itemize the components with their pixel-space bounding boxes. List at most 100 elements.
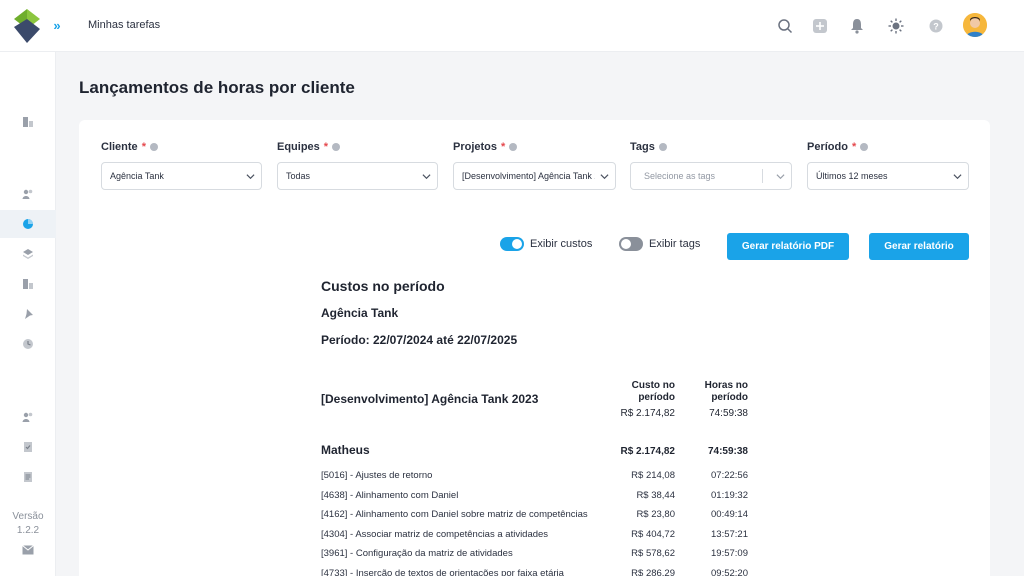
layers-icon [23, 249, 33, 259]
cliente-select-value: Agência Tank [110, 171, 164, 181]
report-client: Agência Tank [321, 306, 399, 320]
equipes-select[interactable]: Todas [277, 162, 438, 190]
sidebar-item-team[interactable] [0, 403, 56, 431]
task-row: [5016] - Ajustes de retorno R$ 214,08 07:2… [321, 467, 761, 487]
pie-chart-icon [23, 219, 33, 229]
task-title: [4304] - Associar matriz de competências… [321, 528, 549, 540]
task-cost: R$ 23,80 [636, 509, 675, 520]
task-row: [4638] - Alinhamento com Daniel R$ 38,44 0… [321, 487, 761, 507]
required-mark: * [141, 141, 146, 153]
page-title: Lançamentos de horas por cliente [79, 78, 355, 97]
bell-icon[interactable] [847, 16, 867, 36]
task-cost: R$ 578,62 [631, 548, 675, 559]
tags-select[interactable]: Selecione as tags [630, 162, 792, 190]
task-title: [3961] - Configuração da matriz de ativi… [321, 548, 513, 559]
user-avatar[interactable] [963, 13, 987, 37]
custos-switch[interactable] [500, 237, 524, 251]
chevron-down-icon [776, 174, 785, 180]
filter-equipes-label: Equipes [277, 141, 320, 153]
person-hours: 74:59:38 [707, 446, 748, 457]
chevron-down-icon [422, 174, 431, 180]
sun-icon[interactable] [886, 16, 906, 36]
sidebar-item-dashboard[interactable] [0, 108, 56, 136]
project-hours-total: 74:59:38 [709, 408, 748, 419]
project-name: [Desenvolvimento] Agência Tank 2023 [321, 392, 539, 406]
filter-periodo: Período * [807, 140, 869, 154]
person-cost: R$ 2.174,82 [620, 446, 676, 457]
report-card: Cliente * Agência Tank Equipes * Todas Pro… [79, 120, 990, 576]
task-cost: R$ 404,72 [631, 528, 675, 540]
cost-column-header: Custo no período [631, 380, 675, 403]
top-bar: » Minhas tarefas ? [0, 0, 1024, 52]
task-hours: 13:57:21 [711, 528, 748, 540]
sidebar-item-users[interactable] [0, 180, 56, 208]
projetos-select[interactable]: [Desenvolvimento] Agência Tank 2023 [453, 162, 616, 190]
toggle-tags-label: Exibir tags [649, 238, 701, 250]
generate-pdf-button[interactable]: Gerar relatório PDF [727, 233, 849, 260]
filter-projetos: Projetos * [453, 140, 518, 154]
report-content: Custos no período Agência Tank Período: … [321, 278, 761, 576]
info-icon[interactable] [332, 143, 341, 151]
required-mark: * [323, 141, 329, 153]
clock-icon [23, 339, 33, 349]
task-cost: R$ 214,08 [631, 470, 675, 481]
periodo-select-value: Últimos 12 meses [816, 171, 888, 181]
person-summary: Matheus R$ 2.174,82 74:59:38 [321, 443, 761, 457]
app-title[interactable]: Minhas tarefas [88, 19, 160, 31]
filter-equipes: Equipes * [277, 140, 341, 154]
task-hours: 19:57:09 [711, 548, 748, 559]
tags-select-placeholder: Selecione as tags [644, 171, 716, 181]
document-icon [23, 279, 33, 289]
version-label: Versão [12, 511, 44, 522]
task-row: [3961] - Configuração da matriz de ativi… [321, 545, 761, 565]
task-cost: R$ 38,44 [636, 489, 675, 501]
task-title: [5016] - Ajustes de retorno [321, 470, 433, 481]
plus-icon[interactable] [810, 16, 830, 36]
users-icon [22, 412, 33, 422]
svg-text:?: ? [933, 22, 939, 32]
sidebar-item-pins[interactable] [0, 300, 56, 328]
info-icon[interactable] [509, 143, 518, 151]
task-title: [4162] - Alinhamento com Daniel sobre ma… [321, 509, 588, 520]
sidebar-item-reports[interactable] [0, 210, 56, 238]
sidebar-item-notes[interactable] [0, 463, 56, 491]
search-icon[interactable] [775, 16, 795, 36]
sidebar-item-documents[interactable] [0, 270, 56, 298]
sidebar-item-layers[interactable] [0, 240, 56, 268]
toggle-exibir-tags[interactable]: Exibir tags [619, 237, 700, 251]
project-cost-total: R$ 2.174,82 [620, 408, 676, 419]
report-period: Período: 22/07/2024 até 22/07/2025 [321, 333, 518, 347]
info-icon[interactable] [658, 143, 667, 151]
tags-switch[interactable] [619, 237, 643, 251]
hours-column-header: Horas no período [704, 380, 748, 403]
task-list: [5016] - Ajustes de retorno R$ 214,08 07:2… [321, 467, 761, 576]
equipes-select-value: Todas [286, 171, 311, 181]
info-icon[interactable] [860, 143, 869, 151]
task-cost: R$ 286,29 [631, 567, 675, 576]
expand-sidebar-icon[interactable]: » [48, 17, 66, 35]
app-logo[interactable] [14, 9, 40, 43]
info-icon[interactable] [149, 143, 158, 151]
toggle-exibir-custos[interactable]: Exibir custos [500, 237, 592, 251]
mail-icon [22, 545, 34, 555]
sidebar-item-messages[interactable] [0, 536, 56, 564]
document-chart-icon [23, 117, 33, 127]
help-icon[interactable]: ? [926, 16, 946, 36]
task-hours: 00:49:14 [711, 509, 748, 520]
cliente-select[interactable]: Agência Tank [101, 162, 262, 190]
required-mark: * [501, 141, 506, 153]
sidebar-item-tasks[interactable] [0, 433, 56, 461]
sidebar: Versão 1.2.2 [0, 52, 56, 576]
switch-knob [512, 239, 522, 249]
version-info: Versão 1.2.2 [0, 510, 56, 538]
toggle-custos-label: Exibir custos [530, 238, 593, 250]
task-title: [4638] - Alinhamento com Daniel [321, 489, 459, 501]
periodo-select[interactable]: Últimos 12 meses [807, 162, 969, 190]
filter-projetos-label: Projetos [453, 141, 498, 153]
filter-cliente: Cliente * [101, 140, 158, 154]
task-hours: 09:52:20 [711, 567, 748, 576]
task-hours: 01:19:32 [711, 489, 748, 501]
generate-report-button[interactable]: Gerar relatório [869, 233, 969, 260]
switch-knob [621, 239, 631, 249]
sidebar-item-time[interactable] [0, 330, 56, 358]
